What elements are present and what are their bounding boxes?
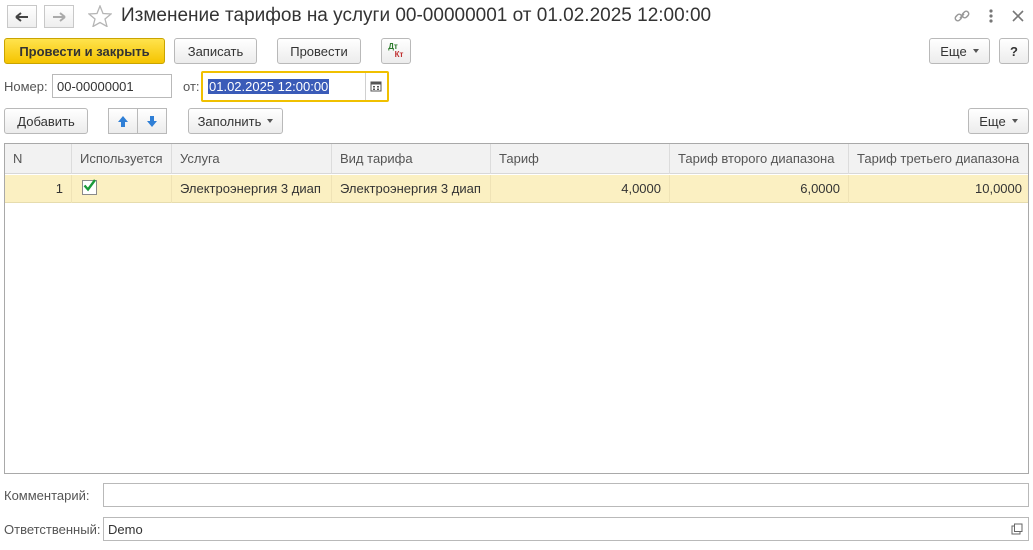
- move-up-button[interactable]: [108, 108, 138, 134]
- responsible-value: Demo: [108, 521, 143, 537]
- arrow-left-icon: [15, 11, 28, 22]
- post-and-close-button[interactable]: Провести и закрыть: [4, 38, 165, 64]
- arrow-right-icon: [53, 11, 66, 22]
- column-header-n[interactable]: N: [5, 144, 72, 174]
- arrow-up-icon: [118, 115, 128, 127]
- chevron-down-icon: [267, 119, 274, 123]
- move-down-button[interactable]: [137, 108, 167, 134]
- cell-tariff[interactable]: 4,0000: [491, 175, 670, 203]
- add-button[interactable]: Добавить: [4, 108, 88, 134]
- open-icon[interactable]: [1011, 523, 1023, 535]
- column-header-tariff[interactable]: Тариф: [491, 144, 670, 174]
- more-button[interactable]: Еще: [929, 38, 990, 64]
- comment-field[interactable]: [103, 483, 1029, 507]
- cell-used[interactable]: [72, 175, 172, 203]
- more-vertical-icon[interactable]: [984, 6, 998, 26]
- cell-n[interactable]: 1: [5, 175, 72, 203]
- post-button[interactable]: Провести: [277, 38, 361, 64]
- used-checkbox[interactable]: [82, 179, 97, 195]
- dt-kt-button[interactable]: Дт Кт: [381, 38, 411, 64]
- cell-tariff2[interactable]: 6,0000: [670, 175, 849, 203]
- cell-tariff3[interactable]: 10,0000: [849, 175, 1028, 203]
- chevron-down-icon: [1011, 119, 1018, 123]
- close-icon[interactable]: [1008, 6, 1028, 26]
- column-header-used[interactable]: Используется: [72, 144, 172, 174]
- forward-button[interactable]: [44, 5, 74, 28]
- date-label: от:: [183, 79, 200, 94]
- fill-button[interactable]: Заполнить: [188, 108, 283, 134]
- column-header-tariff3[interactable]: Тариф третьего диапазона: [849, 144, 1028, 174]
- save-button[interactable]: Записать: [174, 38, 257, 64]
- calendar-icon[interactable]: [370, 80, 382, 92]
- column-header-tariff-type[interactable]: Вид тарифа: [332, 144, 491, 174]
- link-icon[interactable]: [952, 6, 972, 26]
- table-more-button[interactable]: Еще: [968, 108, 1029, 134]
- comment-label: Комментарий:: [4, 488, 90, 503]
- responsible-label: Ответственный:: [4, 522, 101, 537]
- number-label: Номер:: [4, 79, 48, 94]
- date-field[interactable]: 01.02.2025 12:00:00: [201, 71, 389, 102]
- tariffs-table[interactable]: N Используется Услуга Вид тарифа Тариф Т…: [4, 143, 1029, 474]
- date-value: 01.02.2025 12:00:00: [208, 79, 330, 94]
- table-header: N Используется Услуга Вид тарифа Тариф Т…: [5, 144, 1028, 174]
- page-title: Изменение тарифов на услуги 00-00000001 …: [121, 5, 712, 26]
- dt-kt-icon: Дт Кт: [388, 42, 404, 59]
- back-button[interactable]: [7, 5, 37, 28]
- help-button[interactable]: ?: [999, 38, 1029, 64]
- responsible-field[interactable]: Demo: [103, 517, 1029, 541]
- chevron-down-icon: [972, 49, 979, 53]
- column-header-tariff2[interactable]: Тариф второго диапазона: [670, 144, 849, 174]
- favorite-star-icon[interactable]: [87, 4, 113, 28]
- arrow-down-icon: [147, 115, 157, 127]
- cell-service[interactable]: Электроэнергия 3 диап: [172, 175, 332, 203]
- number-field[interactable]: 00-00000001: [52, 74, 172, 98]
- column-header-service[interactable]: Услуга: [172, 144, 332, 174]
- checkmark-icon: [83, 179, 96, 192]
- cell-tariff-type[interactable]: Электроэнергия 3 диап: [332, 175, 491, 203]
- table-row[interactable]: 1 Электроэнергия 3 диап Электроэнергия 3…: [5, 175, 1028, 203]
